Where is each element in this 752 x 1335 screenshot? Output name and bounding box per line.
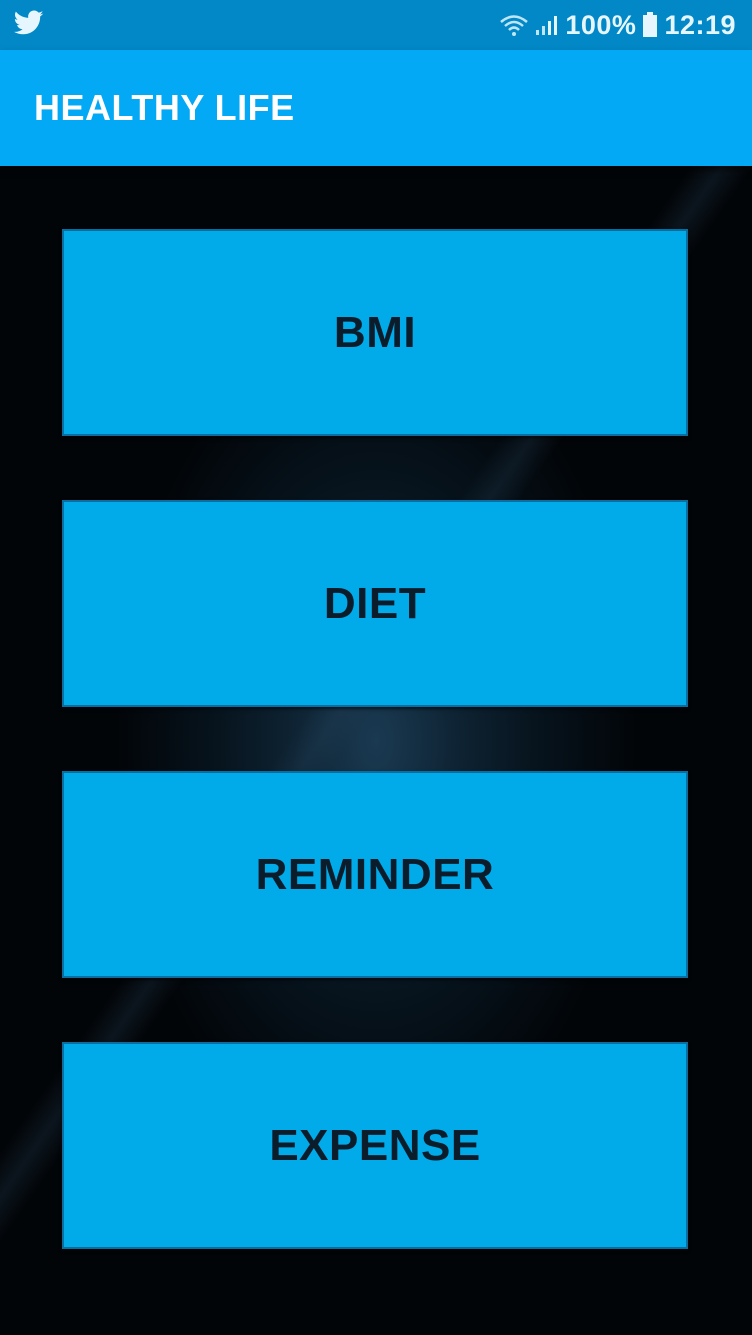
menu-content: BMI DIET REMINDER EXPENSE <box>0 166 752 1335</box>
diet-button-label: DIET <box>323 578 427 628</box>
wifi-icon <box>499 13 529 37</box>
status-left <box>13 10 44 41</box>
bmi-button-label: BMI <box>333 307 417 357</box>
diet-button[interactable]: DIET <box>62 500 688 707</box>
status-right: 100% 12:19 <box>499 10 736 41</box>
app-bar: HEALTHY LIFE <box>0 50 752 166</box>
battery-percent: 100% <box>565 9 637 40</box>
bmi-button[interactable]: BMI <box>62 229 688 436</box>
battery-icon <box>642 12 658 38</box>
reminder-button-label: REMINDER <box>255 849 495 899</box>
status-time: 12:19 <box>664 9 736 40</box>
reminder-button[interactable]: REMINDER <box>62 771 688 978</box>
expense-button[interactable]: EXPENSE <box>62 1042 688 1249</box>
status-bar: 100% 12:19 <box>0 0 752 50</box>
signal-icon <box>535 13 559 37</box>
app-title: HEALTHY LIFE <box>34 87 295 128</box>
twitter-icon <box>13 10 44 41</box>
expense-button-label: EXPENSE <box>269 1120 481 1170</box>
